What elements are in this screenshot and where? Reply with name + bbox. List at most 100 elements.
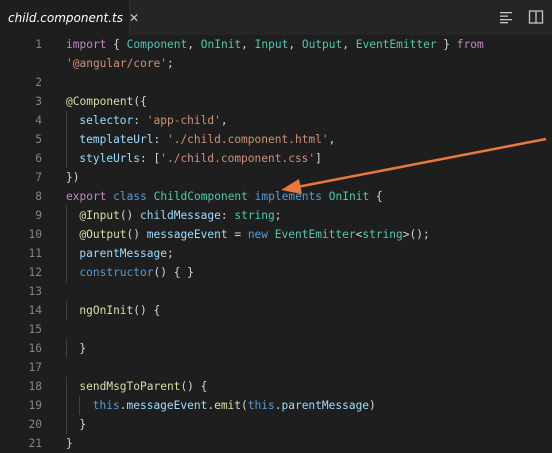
line-number: 12 [28, 266, 42, 279]
code-token: parentMessage [281, 399, 370, 412]
code-token: , [288, 38, 302, 51]
code-token: >(); [402, 228, 430, 241]
code-line[interactable]: 14 ngOnInit() { [0, 301, 552, 320]
close-icon[interactable]: ✕ [129, 11, 139, 25]
code-token: ngOnInit [79, 304, 134, 317]
code-token: '@angular/core' [66, 57, 168, 70]
code-token: } [66, 437, 73, 450]
line-number: 9 [35, 209, 42, 222]
indent-guide [66, 415, 67, 434]
code-token: }) [66, 171, 80, 184]
indent-guide [66, 301, 67, 320]
editor-actions [498, 9, 544, 25]
code-token: ( [241, 399, 248, 412]
code-text: }) [66, 168, 79, 187]
code-token: EventEmitter [274, 228, 356, 241]
line-number: 6 [35, 152, 42, 165]
code-line[interactable]: 20} [0, 415, 552, 434]
code-token: ChildComponent [153, 190, 248, 203]
line-number: 10 [28, 228, 42, 241]
code-line[interactable]: 19 this.messageEvent.emit(this.parentMess… [0, 396, 552, 415]
code-editor[interactable]: 1 import { Component, OnInit, Input, Outp… [0, 35, 552, 450]
code-line[interactable]: 5 templateUrl: './child.component.html', [0, 130, 552, 149]
code-line[interactable]: 2 [0, 73, 552, 92]
code-line[interactable]: 12 constructor() { } [0, 263, 552, 282]
code-line[interactable]: '@angular/core'; [0, 54, 552, 73]
code-line[interactable]: 11 parentMessage; [0, 244, 552, 263]
code-text: styleUrls: ['./child.component.css'] [79, 149, 322, 168]
code-line[interactable]: 10 @Output() messageEvent = new EventEmit… [0, 225, 552, 244]
tab-child-component[interactable]: A child.component.ts ✕ [0, 0, 139, 35]
code-text: @Component({ [66, 92, 147, 111]
code-line[interactable]: 21} [0, 434, 552, 453]
code-token: () [119, 209, 141, 222]
code-text: '@angular/core'; [66, 54, 174, 73]
tab-bar: A child.component.ts ✕ [0, 0, 552, 35]
code-token: , [220, 114, 228, 127]
code-line[interactable]: 16} [0, 339, 552, 358]
code-token: OnInit [200, 38, 242, 51]
split-editor-icon[interactable] [528, 9, 544, 25]
code-token: { [369, 190, 383, 203]
code-token: : [153, 133, 167, 146]
line-number: 19 [28, 399, 42, 412]
code-token: Component [126, 38, 188, 51]
code-text: import { Component, OnInit, Input, Outpu… [66, 35, 484, 54]
indent-guide [66, 149, 67, 168]
code-line[interactable]: 9 @Input() childMessage: string; [0, 206, 552, 225]
line-number: 14 [28, 304, 42, 317]
code-token: } [436, 38, 457, 51]
indent-guide [79, 396, 81, 415]
code-token: . [119, 399, 127, 412]
code-token: emit [214, 399, 242, 412]
code-token: export [66, 190, 107, 203]
code-line[interactable]: 17 [0, 358, 552, 377]
code-token: './child.component.css' [160, 152, 316, 165]
code-text: } [66, 434, 73, 453]
code-text: @Output() messageEvent = new EventEmitte… [79, 225, 429, 244]
code-token: ) [369, 399, 376, 412]
code-token: OnInit [328, 190, 370, 203]
code-line[interactable]: 1 import { Component, OnInit, Input, Outp… [0, 35, 552, 54]
line-number: 15 [28, 323, 42, 336]
code-line[interactable]: 8 export class ChildComponent implements … [0, 187, 552, 206]
code-token: @Input [79, 209, 120, 222]
code-line[interactable]: 4 selector: 'app-child', [0, 111, 552, 130]
line-number: 13 [28, 285, 42, 298]
code-text: sendMsgToParent() { [79, 377, 207, 396]
code-token: Output [301, 38, 343, 51]
line-number: 20 [28, 418, 42, 431]
indent-guide [66, 339, 67, 358]
code-token: 'app-child' [146, 114, 221, 127]
indent-guide [66, 111, 67, 130]
code-token: string [234, 209, 275, 222]
code-token: childMessage [140, 209, 221, 222]
code-line[interactable]: 7}) [0, 168, 552, 187]
code-text: constructor() { } [79, 263, 194, 282]
code-token: class [113, 190, 147, 203]
code-token: : [133, 114, 147, 127]
code-line[interactable]: 18 sendMsgToParent() { [0, 377, 552, 396]
code-line[interactable]: 15 [0, 320, 552, 339]
code-token: () [126, 228, 147, 241]
code-line[interactable]: 3 @Component({ [0, 92, 552, 111]
code-line[interactable]: 13 [0, 282, 552, 301]
code-token: ; [274, 209, 282, 222]
line-number: 17 [28, 361, 42, 374]
code-text: ngOnInit() { [79, 301, 160, 320]
code-text: @Input() childMessage: string; [79, 206, 281, 225]
tab-label: child.component.ts [8, 10, 123, 25]
code-token: messageEvent [126, 399, 208, 412]
line-number: 21 [28, 437, 42, 450]
code-token: ({ [133, 95, 147, 108]
code-line[interactable]: 6 styleUrls: ['./child.component.css'] [0, 149, 552, 168]
code-token: ] [315, 152, 322, 165]
indent-guide [66, 377, 67, 396]
code-token: EventEmitter [355, 38, 437, 51]
code-token: , [328, 133, 336, 146]
outline-icon[interactable] [498, 9, 514, 25]
code-token: ; [166, 247, 174, 260]
code-token: , [187, 38, 201, 51]
